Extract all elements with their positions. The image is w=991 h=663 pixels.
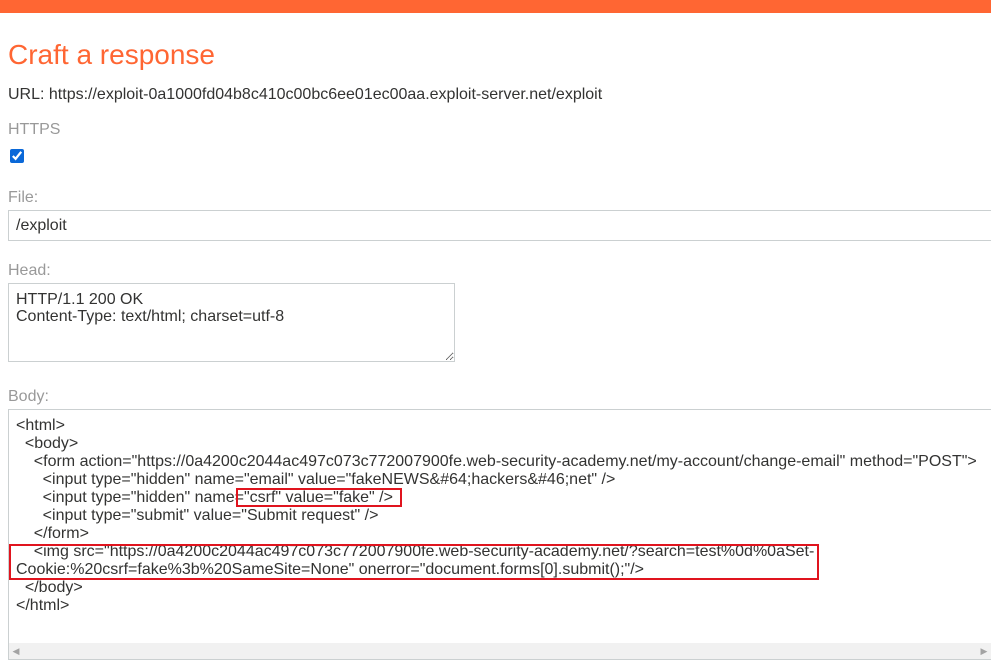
body-content[interactable]: <html> <body> <form action="https://0a42… — [16, 417, 977, 615]
file-label: File: — [8, 189, 39, 206]
body-label: Body: — [8, 388, 49, 405]
head-label: Head: — [8, 262, 51, 279]
top-accent-bar — [0, 0, 991, 13]
https-checkbox[interactable] — [10, 149, 24, 163]
body-textarea[interactable]: <html> <body> <form action="https://0a42… — [8, 409, 991, 660]
head-textarea[interactable]: HTTP/1.1 200 OK Content-Type: text/html;… — [8, 283, 455, 362]
scroll-right-icon[interactable]: ▶ — [977, 643, 991, 659]
file-input[interactable] — [8, 210, 991, 241]
https-label: HTTPS — [8, 121, 61, 138]
page-title: Craft a response — [8, 39, 215, 70]
exploit-url: URL: https://exploit-0a1000fd04b8c410c00… — [8, 86, 603, 103]
scroll-left-icon[interactable]: ◀ — [9, 643, 23, 659]
horizontal-scrollbar[interactable]: ◀ ▶ — [9, 643, 991, 659]
